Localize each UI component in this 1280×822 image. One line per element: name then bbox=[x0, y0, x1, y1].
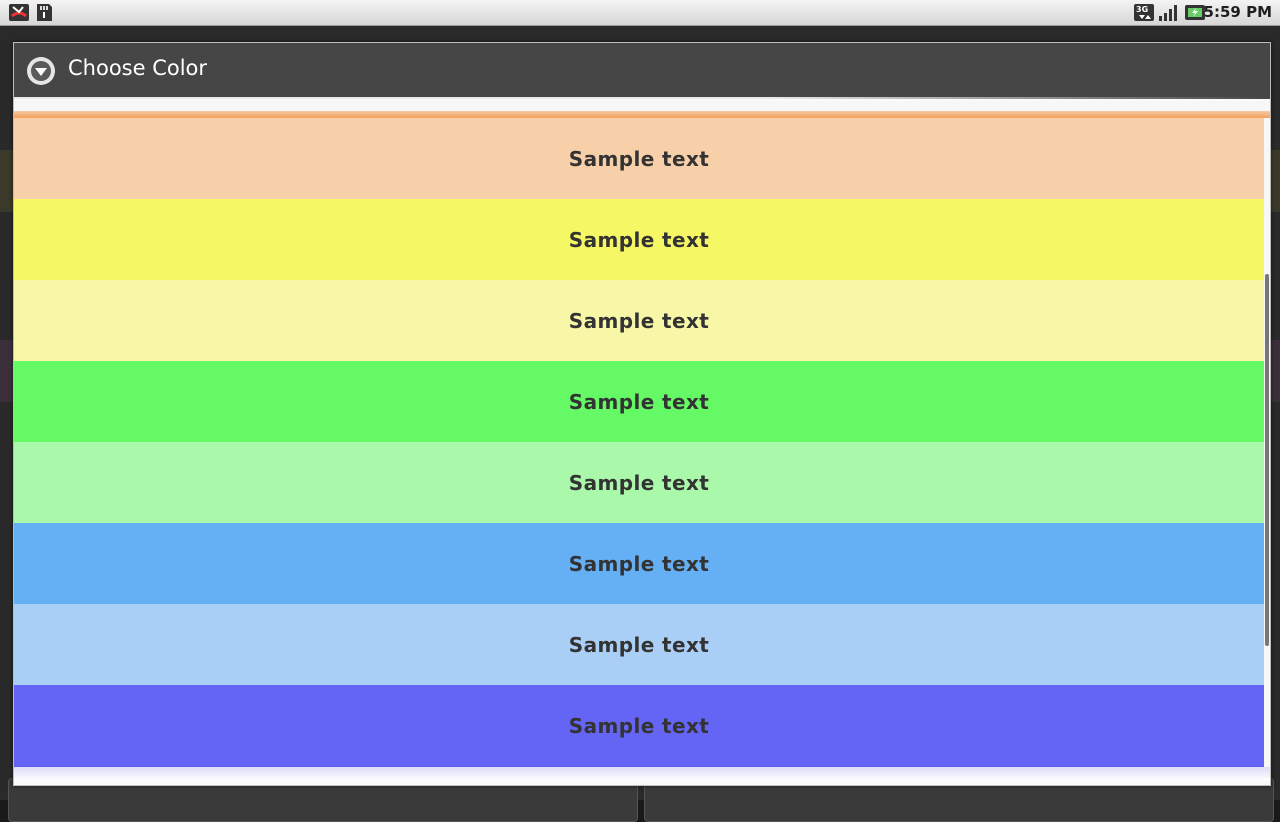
status-bar: 3G 5:59 PM bbox=[0, 0, 1280, 26]
swatch-label: Sample text bbox=[568, 308, 710, 333]
choose-color-dialog: Choose Color Sample text Sample text Sam… bbox=[13, 42, 1271, 786]
swatch-label: Sample text bbox=[568, 713, 710, 738]
swatch-label: Sample text bbox=[568, 551, 710, 576]
header-divider bbox=[14, 97, 1270, 99]
color-swatch-light-green[interactable]: Sample text bbox=[14, 442, 1264, 524]
chevron-down-circle-icon bbox=[26, 56, 56, 86]
dialog-title: Choose Color bbox=[68, 56, 208, 80]
color-list[interactable]: Sample text Sample text Sample text Samp… bbox=[14, 101, 1270, 781]
list-bottom-edge bbox=[14, 767, 1270, 781]
color-swatch-yellow[interactable]: Sample text bbox=[14, 199, 1264, 281]
color-swatch-indigo[interactable]: Sample text bbox=[14, 685, 1264, 767]
swatch-label: Sample text bbox=[568, 389, 710, 414]
svg-text:3G: 3G bbox=[1136, 5, 1148, 14]
color-swatch-green[interactable]: Sample text bbox=[14, 361, 1264, 443]
sd-card-icon bbox=[34, 3, 54, 22]
swatch-label: Sample text bbox=[568, 632, 710, 657]
color-swatch-peach[interactable]: Sample text bbox=[14, 118, 1264, 200]
status-clock: 5:59 PM bbox=[1203, 3, 1272, 21]
swatch-label: Sample text bbox=[568, 470, 710, 495]
swatch-label: Sample text bbox=[568, 227, 710, 252]
color-swatch-light-yellow[interactable]: Sample text bbox=[14, 280, 1264, 362]
color-swatch-light-blue[interactable]: Sample text bbox=[14, 604, 1264, 686]
signal-icon bbox=[1158, 3, 1180, 22]
color-swatch-blue[interactable]: Sample text bbox=[14, 523, 1264, 605]
dialog-header: Choose Color bbox=[14, 43, 1270, 98]
3g-icon: 3G bbox=[1133, 3, 1155, 22]
swatch-label: Sample text bbox=[568, 146, 710, 171]
scrollbar[interactable] bbox=[1265, 274, 1269, 646]
missed-call-icon bbox=[8, 3, 30, 22]
list-top-accent bbox=[14, 111, 1270, 118]
